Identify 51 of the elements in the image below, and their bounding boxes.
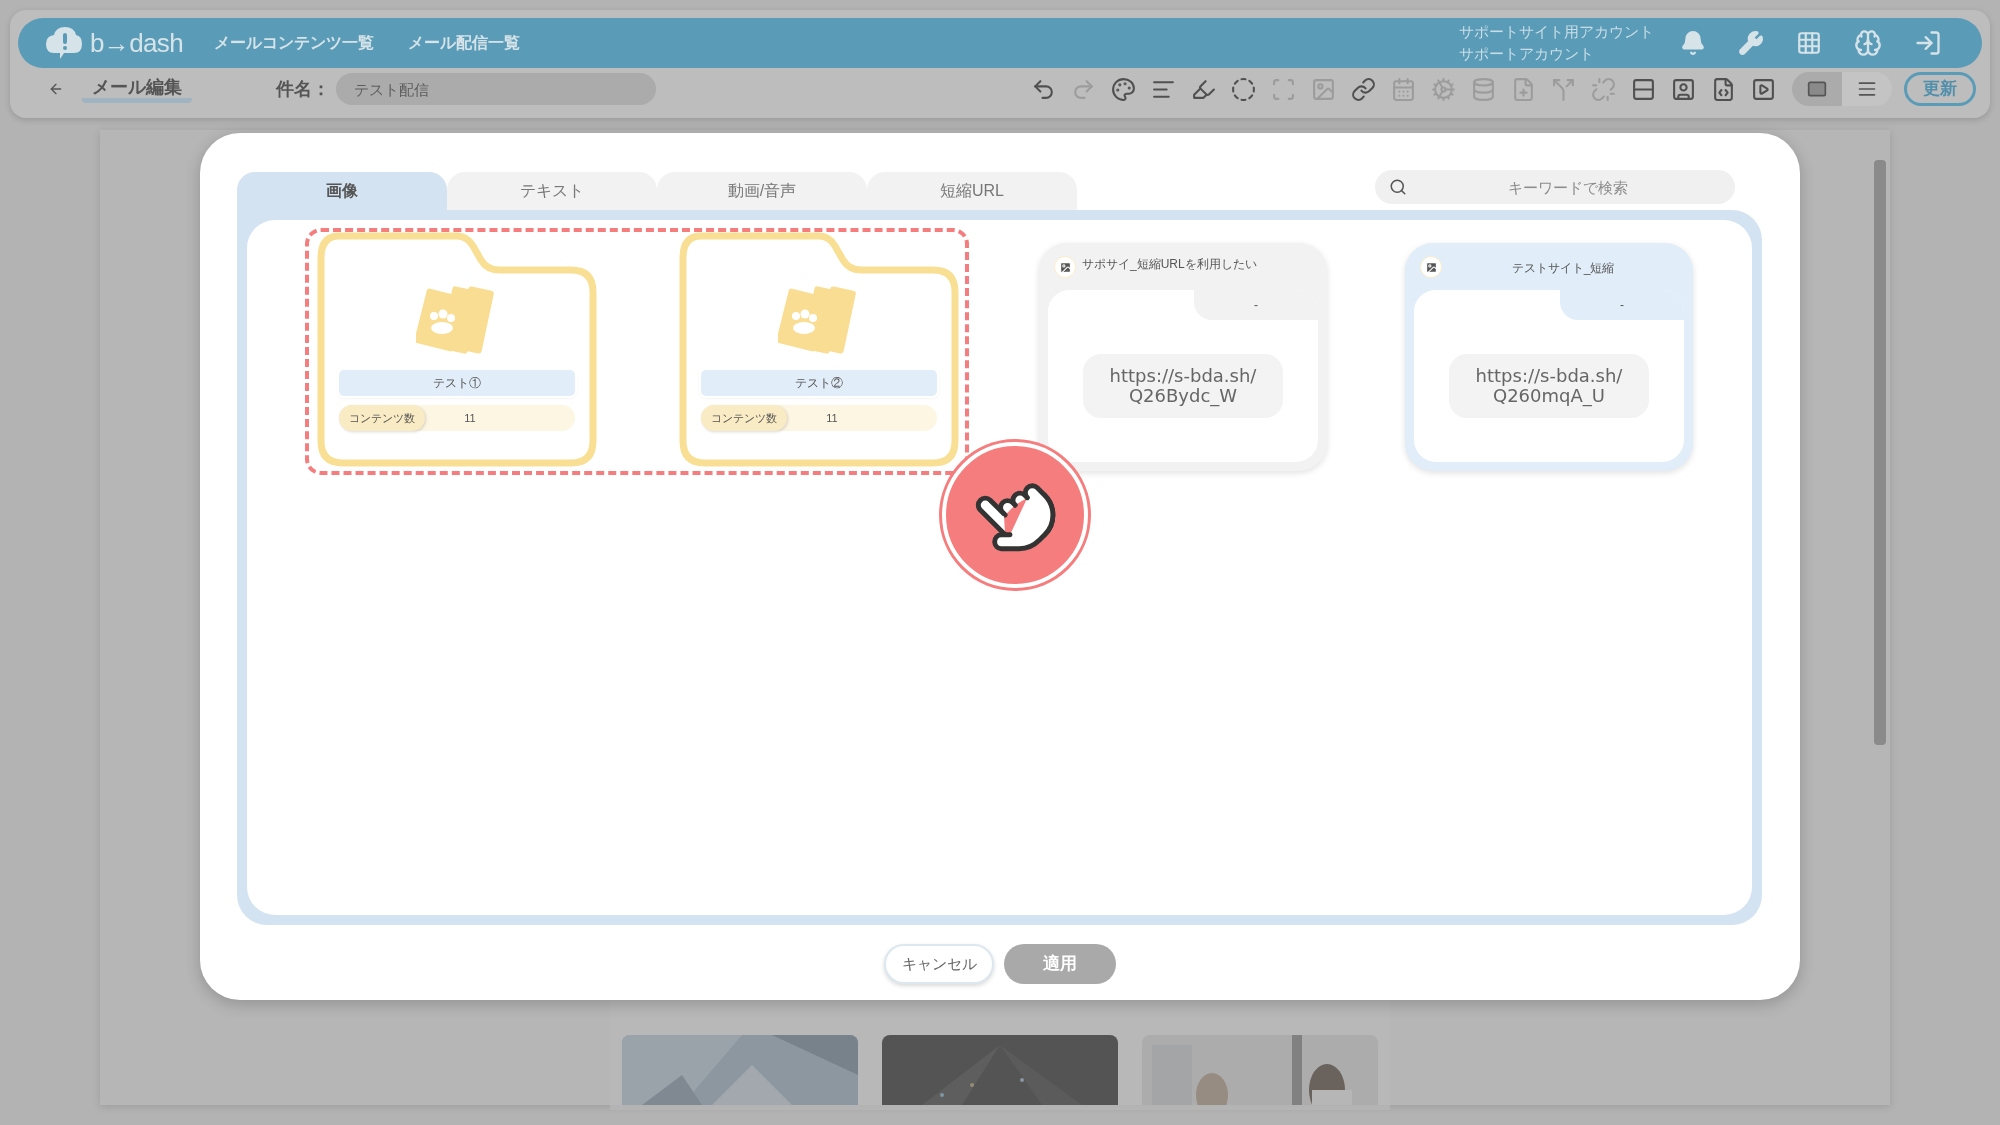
search-icon bbox=[1389, 178, 1407, 196]
image-icon bbox=[1420, 256, 1442, 278]
card-title: テストサイト_短縮 bbox=[1510, 260, 1616, 276]
subject-field[interactable]: テスト配信 bbox=[336, 73, 656, 105]
account-name: サポートサイト用アカウント bbox=[1459, 22, 1654, 42]
scrollbar[interactable] bbox=[1874, 160, 1886, 745]
cancel-button[interactable]: キャンセル bbox=[884, 944, 994, 984]
content-count: 11 bbox=[463, 410, 477, 426]
media-tab[interactable]: 動画/音声 bbox=[657, 172, 867, 210]
media-tab[interactable]: 短縮URL bbox=[867, 172, 1077, 210]
folder-name: テスト① bbox=[339, 370, 575, 396]
cloud-logo-icon bbox=[44, 25, 84, 61]
nav-link[interactable]: メールコンテンツ一覧 bbox=[214, 31, 374, 55]
brain-icon[interactable] bbox=[1854, 29, 1882, 57]
logout-icon[interactable] bbox=[1914, 29, 1942, 57]
content-count-label: コンテンツ数 bbox=[339, 405, 425, 431]
media-tab[interactable]: テキスト bbox=[447, 172, 657, 210]
bell-icon[interactable] bbox=[1680, 30, 1706, 56]
folder-card[interactable]: テスト① コンテンツ数 11 bbox=[317, 232, 597, 467]
apps-grid-icon[interactable] bbox=[1796, 30, 1822, 56]
back-icon[interactable] bbox=[48, 81, 64, 97]
text-view-tab[interactable] bbox=[1842, 72, 1892, 106]
card-title: サポサイ_短縮URLを利用したい bbox=[1082, 256, 1258, 272]
content-count: 11 bbox=[825, 410, 839, 426]
card-note: - bbox=[1619, 297, 1624, 314]
folder-name: テスト② bbox=[701, 370, 937, 396]
palette-icon[interactable] bbox=[1111, 76, 1136, 102]
dashed-circle-icon[interactable] bbox=[1231, 76, 1256, 102]
search-field[interactable]: キーワードで検索 bbox=[1375, 170, 1735, 204]
mail-view-tab[interactable] bbox=[1792, 72, 1842, 106]
play-icon[interactable] bbox=[1751, 76, 1776, 102]
link-icon[interactable] bbox=[1351, 76, 1376, 102]
page-title: メール編集 bbox=[82, 75, 192, 103]
short-url: https://s-bda.sh/Q260mqA_U bbox=[1449, 354, 1649, 418]
content-count-label: コンテンツ数 bbox=[701, 405, 787, 431]
folder-card[interactable]: テスト② コンテンツ数 11 bbox=[679, 232, 959, 467]
code-file-icon[interactable] bbox=[1711, 76, 1736, 102]
short-url-card[interactable]: サポサイ_短縮URLを利用したい - https://s-bda.sh/Q26Bydc_W bbox=[1039, 243, 1327, 471]
short-url: https://s-bda.sh/Q26Bydc_W bbox=[1083, 354, 1283, 418]
media-tab[interactable]: 画像 bbox=[237, 172, 447, 210]
subject-label: 件名： bbox=[276, 77, 330, 101]
short-url-card[interactable]: テストサイト_短縮 - https://s-bda.sh/Q260mqA_U bbox=[1405, 243, 1693, 471]
account-name: サポートアカウント bbox=[1459, 44, 1595, 64]
rows-icon[interactable] bbox=[1631, 76, 1656, 102]
user-card-icon[interactable] bbox=[1671, 76, 1696, 102]
wrench-icon[interactable] bbox=[1738, 30, 1764, 56]
nav-link[interactable]: メール配信一覧 bbox=[408, 31, 520, 55]
lines-icon bbox=[1857, 79, 1877, 99]
card-note: - bbox=[1253, 297, 1258, 314]
logo-text: b→dash bbox=[90, 26, 183, 60]
image-icon bbox=[1054, 256, 1076, 278]
